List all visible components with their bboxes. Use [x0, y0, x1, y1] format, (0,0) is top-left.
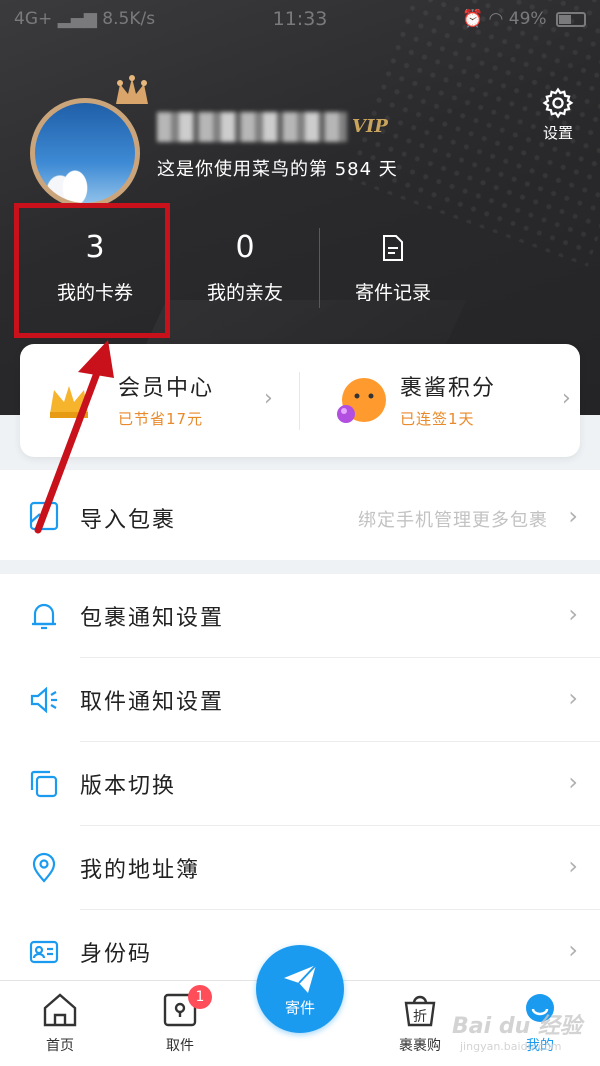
member-center-title: 会员中心 [118, 376, 215, 401]
alarm-icon: ⏰ [461, 9, 484, 29]
points-title: 裹酱积分 [400, 376, 497, 401]
settings-list: 包裹通知设置 › 取件通知设置 › 版本切换 › 我的地址簿 › 身份码 › [0, 574, 600, 982]
import-package-row[interactable]: 导入包裹 绑定手机管理更多包裹 › [0, 470, 600, 560]
settings-button[interactable]: 设置 [538, 86, 578, 143]
points-entry[interactable]: 裹酱积分 已连签1天 › [300, 344, 580, 457]
chevron-right-icon: › [568, 600, 578, 628]
member-center-savings: 已节省17元 [118, 410, 204, 428]
chevron-right-icon: › [264, 386, 273, 411]
svg-text:折: 折 [413, 1009, 427, 1025]
list-item-label: 包裹通知设置 [80, 606, 225, 631]
username-blurred [157, 112, 347, 142]
vip-badge: VIP [352, 116, 388, 137]
status-bar: 4G+ ▂▄▆ 8.5K/s 11:33 ⏰ ◠ 49% [0, 0, 600, 40]
status-right: ⏰ ◠ 49% [462, 9, 586, 29]
import-package-hint: 绑定手机管理更多包裹 [358, 510, 548, 531]
battery-icon [556, 11, 586, 27]
chevron-right-icon: › [568, 852, 578, 880]
stat-records[interactable]: 寄件记录 [313, 228, 473, 305]
tab-pickup[interactable]: 1 取件 [130, 985, 230, 1055]
records-label: 寄件记录 [354, 282, 431, 304]
list-item-label: 版本切换 [80, 774, 177, 799]
import-package-label: 导入包裹 [80, 508, 177, 533]
chevron-right-icon: › [562, 386, 571, 411]
import-box-icon [29, 501, 59, 531]
gear-icon [542, 87, 574, 119]
chevron-right-icon: › [568, 768, 578, 796]
tab-pickup-label: 取件 [166, 1038, 194, 1054]
send-package-button[interactable]: 寄件 [256, 945, 344, 1033]
coupon-highlight-box [14, 203, 170, 338]
document-icon [313, 228, 473, 268]
paper-plane-icon [284, 964, 317, 993]
list-item-pickup-notify[interactable]: 取件通知设置 › [0, 658, 600, 742]
wifi-icon: ◠ [488, 9, 504, 29]
list-item-address-book[interactable]: 我的地址簿 › [0, 826, 600, 910]
speaker-icon [30, 686, 57, 714]
list-item-label: 我的地址簿 [80, 858, 201, 883]
tab-home[interactable]: 首页 [10, 991, 110, 1055]
member-card: 会员中心 已节省17元 › 裹酱积分 已连签1天 › [20, 344, 580, 457]
section-gap [0, 560, 600, 574]
points-streak: 已连签1天 [400, 410, 475, 428]
bell-icon [32, 603, 56, 630]
crown-icon [116, 75, 148, 104]
pickup-badge: 1 [188, 985, 212, 1009]
member-center-entry[interactable]: 会员中心 已节省17元 › [20, 344, 300, 457]
battery-percent: 49% [508, 9, 547, 29]
tab-home-label: 首页 [46, 1038, 74, 1054]
friends-count: 0 [235, 230, 255, 265]
avatar[interactable] [30, 98, 140, 208]
chevron-right-icon: › [568, 936, 578, 964]
layers-icon [30, 770, 58, 798]
settings-label: 设置 [542, 124, 573, 142]
usage-days-text: 这是你使用菜鸟的第 584 天 [157, 159, 398, 180]
chevron-right-icon: › [568, 502, 578, 530]
location-pin-icon [32, 852, 56, 883]
crown-gold-icon [50, 386, 88, 418]
watermark-url: jingyan.baidu.com [460, 1040, 562, 1053]
list-item-label: 取件通知设置 [80, 690, 225, 715]
list-item-label: 身份码 [80, 942, 153, 967]
stat-friends[interactable]: 0 我的亲友 [165, 228, 325, 305]
list-item-package-notify[interactable]: 包裹通知设置 › [0, 574, 600, 658]
friends-label: 我的亲友 [206, 282, 283, 304]
watermark-logo: Bai du 经验 [452, 1014, 582, 1039]
id-card-icon [29, 940, 59, 964]
import-package-item[interactable]: 导入包裹 绑定手机管理更多包裹 › [0, 470, 600, 554]
send-package-label: 寄件 [284, 999, 315, 1017]
chevron-right-icon: › [568, 684, 578, 712]
mascot-icon [337, 378, 386, 423]
home-icon [10, 991, 110, 1031]
list-item-version-switch[interactable]: 版本切换 › [0, 742, 600, 826]
locker-icon [130, 991, 230, 1031]
